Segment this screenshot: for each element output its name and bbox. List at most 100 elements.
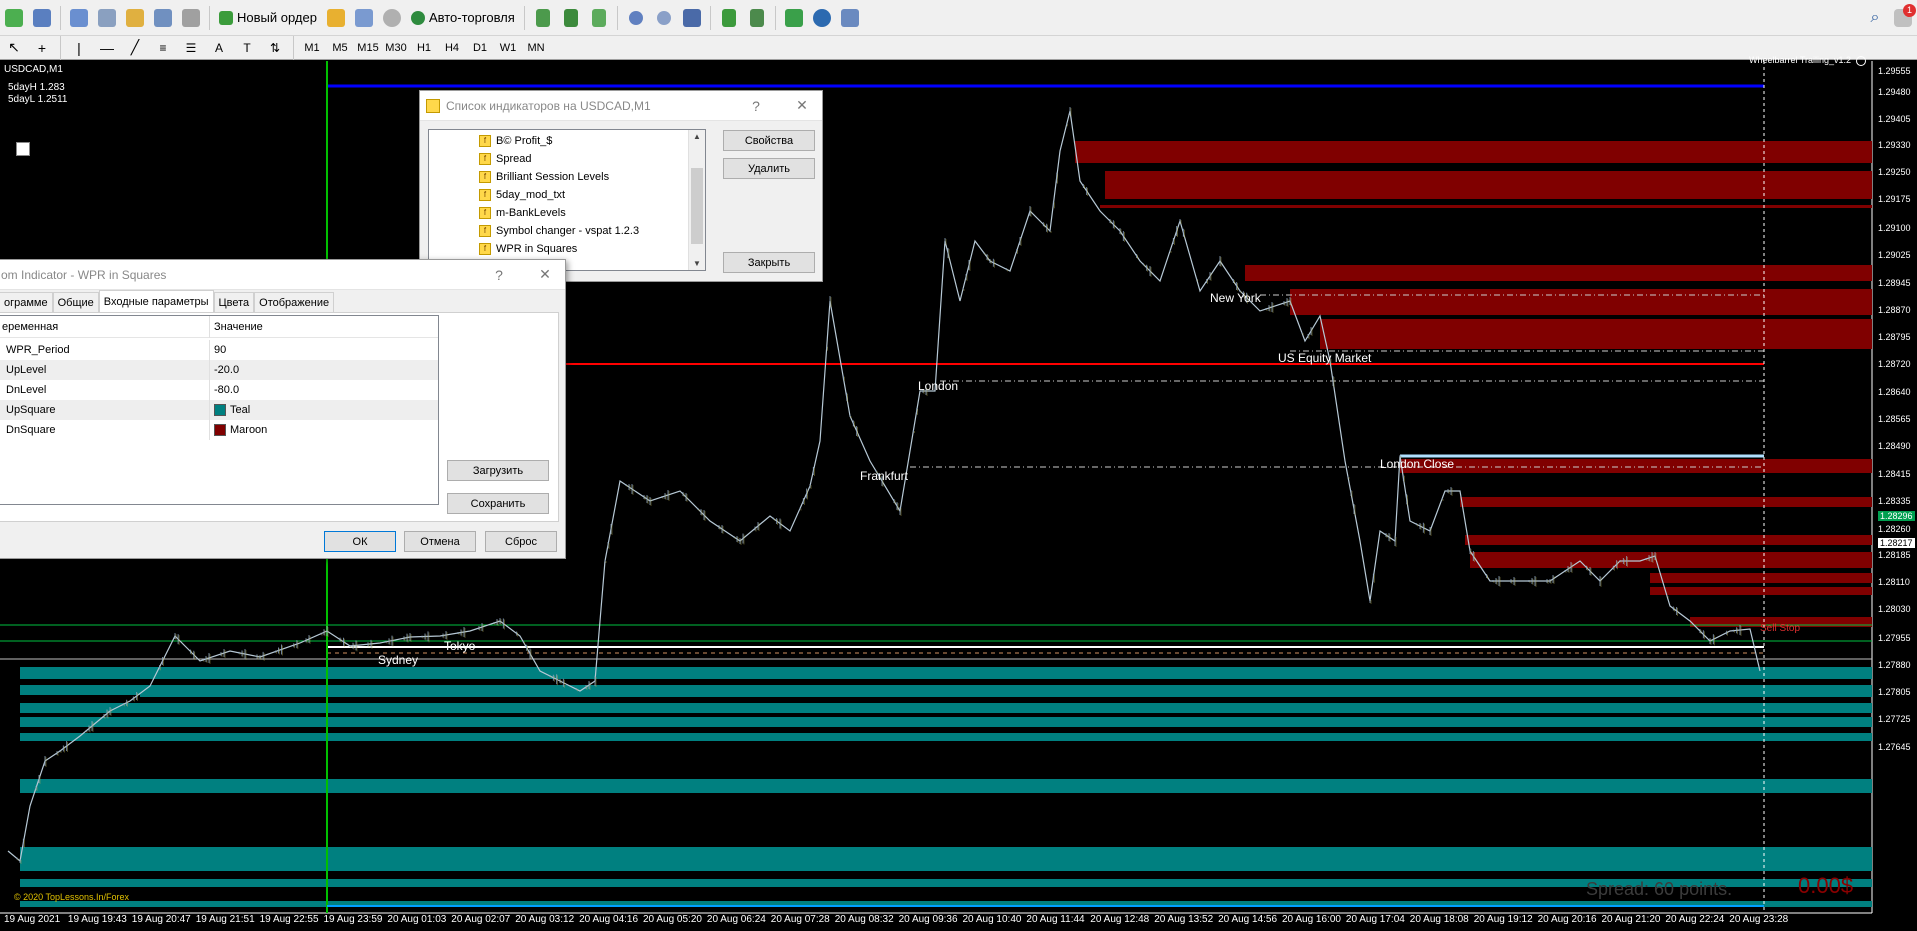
zoom-in-icon[interactable] <box>623 4 649 32</box>
param-value[interactable]: -80.0 <box>214 384 239 396</box>
bar-chart-icon[interactable] <box>530 4 556 32</box>
param-value[interactable]: Maroon <box>214 424 267 436</box>
cursor-icon[interactable]: ↖ <box>1 34 27 62</box>
chart-shift-icon[interactable] <box>744 4 770 32</box>
close-icon[interactable]: ✕ <box>525 266 565 283</box>
cancel-button[interactable]: Отмена <box>404 531 476 552</box>
param-value[interactable]: 90 <box>214 344 226 356</box>
param-row[interactable]: UpLevel -20.0 <box>0 360 438 380</box>
tab-visualization[interactable]: Отображение <box>254 292 335 312</box>
help-button[interactable]: ? <box>479 267 519 283</box>
tab-colors[interactable]: Цвета <box>213 292 255 312</box>
tile-windows-icon[interactable] <box>679 4 705 32</box>
zoom-out-icon[interactable] <box>651 4 677 32</box>
fibonacci-icon[interactable]: ☰ <box>178 34 204 62</box>
dn-square-zone <box>1100 205 1872 208</box>
horizontal-line-icon[interactable]: — <box>94 34 120 62</box>
indicator-tree[interactable]: f B© Profit_$ f Spread f Brilliant Session Le… <box>428 129 706 271</box>
notifications-icon[interactable]: 1 <box>1890 3 1916 32</box>
scroll-down-icon[interactable]: ▼ <box>693 259 701 268</box>
indicator-list-item[interactable]: f WPR in Squares <box>479 240 577 257</box>
indicator-list-item[interactable]: f Spread <box>479 150 531 167</box>
tab-inputs[interactable]: Входные параметры <box>98 290 214 312</box>
trendline-icon[interactable]: ╱ <box>122 34 148 62</box>
params-table[interactable]: еременная Значение WPR_Period 90 UpLevel -2… <box>0 315 439 505</box>
price-tick: 1.28795 <box>1878 332 1911 342</box>
timeframe-w1[interactable]: W1 <box>494 38 522 58</box>
price-tick: 1.28030 <box>1878 604 1911 614</box>
signals-icon[interactable] <box>351 4 377 32</box>
indicator-list-scrollbar[interactable]: ▲ ▼ <box>688 130 705 270</box>
tab-about[interactable]: ограмме <box>0 292 53 312</box>
drawing-toolbar: ↖ + | — ╱ ≡ ☰ A T ⇅ M1 M5 M15 M30 H1 H4 D1 W1 MN <box>0 34 1917 62</box>
data-window-icon[interactable] <box>94 4 120 32</box>
load-button[interactable]: Загрузить <box>447 460 549 481</box>
text-icon[interactable]: A <box>206 34 232 62</box>
new-order-button[interactable]: Новый ордер <box>215 4 321 32</box>
templates-icon[interactable] <box>837 4 863 32</box>
params-table-header: еременная Значение <box>0 316 438 338</box>
param-value[interactable]: -20.0 <box>214 364 239 376</box>
scroll-thumb[interactable] <box>691 168 703 244</box>
profiles-icon[interactable] <box>29 4 55 32</box>
indicator-list-item[interactable]: f Symbol changer - vspat 1.2.3 <box>479 222 639 239</box>
search-icon[interactable]: ⌕ <box>1862 4 1888 32</box>
text-label-icon[interactable]: T <box>234 34 260 62</box>
close-button[interactable]: Закрыть <box>723 252 815 273</box>
symbol-changer-button[interactable] <box>16 142 30 156</box>
timeframe-mn[interactable]: MN <box>522 38 550 58</box>
new-chart-icon[interactable] <box>1 4 27 32</box>
timeframe-h1[interactable]: H1 <box>410 38 438 58</box>
help-button[interactable]: ? <box>736 98 776 114</box>
crosshair-icon[interactable]: + <box>29 34 55 62</box>
indicator-list-item[interactable]: f Brilliant Session Levels <box>479 168 609 185</box>
properties-button[interactable]: Свойства <box>723 130 815 151</box>
tab-common[interactable]: Общие <box>52 292 99 312</box>
timeframe-m15[interactable]: M15 <box>354 38 382 58</box>
price-tick: 1.29555 <box>1878 66 1911 76</box>
channel-icon[interactable]: ≡ <box>150 34 176 62</box>
param-row[interactable]: DnLevel -80.0 <box>0 380 438 400</box>
market-icon[interactable] <box>379 4 405 32</box>
terminal-window: Новый ордер Авто-торговля ⌕ 1 ↖ + | — ╱ … <box>0 0 1917 931</box>
param-row[interactable]: UpSquare Teal <box>0 400 438 420</box>
arrows-icon[interactable]: ⇅ <box>262 34 288 62</box>
tester-icon[interactable] <box>178 4 204 32</box>
time-tick: 20 Aug 22:24 <box>1665 914 1725 925</box>
profit-text: 0.00$ <box>1798 873 1854 898</box>
auto-trading-button[interactable]: Авто-торговля <box>407 4 519 32</box>
indicator-list-item[interactable]: f 5day_mod_txt <box>479 186 565 203</box>
reset-button[interactable]: Сброс <box>485 531 557 552</box>
candlestick-icon[interactable] <box>558 4 584 32</box>
save-button[interactable]: Сохранить <box>447 493 549 514</box>
timeframe-d1[interactable]: D1 <box>466 38 494 58</box>
time-tick: 19 Aug 22:55 <box>259 914 319 925</box>
param-row[interactable]: WPR_Period 90 <box>0 340 438 360</box>
delete-button[interactable]: Удалить <box>723 158 815 179</box>
indicator-list-item[interactable]: f m-BankLevels <box>479 204 566 221</box>
autoscroll-icon[interactable] <box>716 4 742 32</box>
indicators-icon[interactable] <box>781 4 807 32</box>
vertical-line-icon[interactable]: | <box>66 34 92 62</box>
time-tick: 19 Aug 19:43 <box>67 914 127 925</box>
line-chart-icon[interactable] <box>586 4 612 32</box>
copyright-text: © 2020 TopLessons.In/Forex <box>14 892 130 902</box>
param-row[interactable]: DnSquare Maroon <box>0 420 438 440</box>
periods-icon[interactable] <box>809 4 835 32</box>
timeframe-h4[interactable]: H4 <box>438 38 466 58</box>
timeframe-m30[interactable]: M30 <box>382 38 410 58</box>
close-icon[interactable]: ✕ <box>782 97 822 114</box>
market-watch-icon[interactable] <box>66 4 92 32</box>
time-tick: 20 Aug 01:03 <box>387 914 447 925</box>
timeframe-m1[interactable]: M1 <box>298 38 326 58</box>
meta-editor-icon[interactable] <box>323 4 349 32</box>
price-tick: 1.28870 <box>1878 305 1911 315</box>
params-tabs: ограмме Общие Входные параметры Цвета От… <box>0 290 335 312</box>
ok-button[interactable]: ОК <box>324 531 396 552</box>
param-value[interactable]: Teal <box>214 404 250 416</box>
navigator-icon[interactable] <box>122 4 148 32</box>
terminal-icon[interactable] <box>150 4 176 32</box>
timeframe-m5[interactable]: M5 <box>326 38 354 58</box>
scroll-up-icon[interactable]: ▲ <box>693 132 701 141</box>
indicator-list-item[interactable]: f B© Profit_$ <box>479 132 552 149</box>
